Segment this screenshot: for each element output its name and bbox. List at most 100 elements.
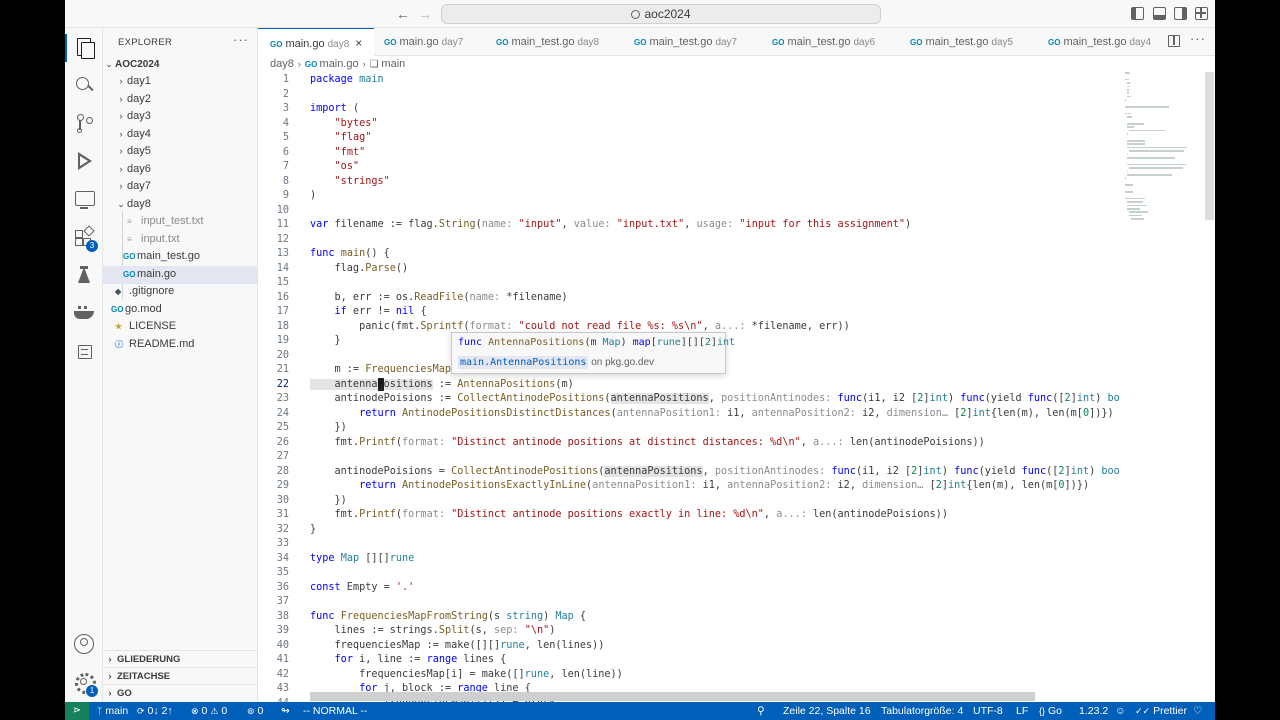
panel-view-icon[interactable] [73,340,95,362]
branch-status[interactable]: ᛉ main [97,702,128,720]
indentation-status[interactable]: Tabulatorgröße: 4 [881,702,963,720]
code-line[interactable]: 2 [258,88,1120,103]
tab-main-go-day7[interactable]: GO main.go day7 [374,28,488,56]
docker-icon[interactable] [73,302,95,324]
go-back-icon[interactable]: ← [395,5,411,23]
code-line[interactable]: 41 for i, line := range lines { [258,653,1120,668]
hover-link-text[interactable]: on pkg.go.dev [591,357,654,368]
folder-day3[interactable]: › day3 [103,108,257,126]
breadcrumb-folder[interactable]: day8 [270,58,294,70]
sync-status[interactable]: ⟳ 0↓ 2↑ [137,702,173,720]
timeline-section[interactable]: › ZEITACHSE [103,667,257,684]
go-version-status[interactable]: 1.23.2 [1079,702,1108,720]
account-icon[interactable] [73,633,95,655]
toggle-primary-sidebar-icon[interactable] [1131,7,1144,20]
hover-link-code[interactable]: main.AntennaPositions [458,356,589,369]
tab-main-test-go-day8[interactable]: GO main_test.go day8 [488,28,626,56]
folder-day8[interactable]: ⌄ day8 [103,196,257,214]
code-line[interactable]: 31 fmt.Printf(format: "Distinct antinode… [258,508,1120,523]
go-forward-icon[interactable]: → [417,5,433,23]
code-line[interactable]: 39 lines := strings.Split(s, sep: "\n") [258,624,1120,639]
tab-main-test-go-day4[interactable]: GO main_test.go day4 [1040,28,1164,56]
breadcrumb-file[interactable]: main.go [320,58,359,70]
code-line[interactable]: 6 "fmt" [258,146,1120,161]
code-line[interactable]: 29 return AntinodePositionsExactlyInLine… [258,479,1120,494]
code-line[interactable]: 5 "flag" [258,131,1120,146]
code-line[interactable]: 26 fmt.Printf(format: "Distinct antinode… [258,436,1120,451]
ports-status[interactable]: ⊚ 0 [247,702,263,720]
code-line[interactable]: 22 antennaPositions := AntennaPositions(… [258,378,1120,393]
tab-main-test-go-day6[interactable]: GO main_test.go day6 [764,28,902,56]
file-go-mod[interactable]: GO go.mod [103,301,257,319]
outline-section[interactable]: › GLIEDERUNG [103,650,257,667]
code-line[interactable]: 30 }) [258,494,1120,509]
folder-day5[interactable]: › day5 [103,143,257,161]
code-editor[interactable]: 1 package main 2 3 import (4 "bytes" 5 "flag"… [258,72,1120,702]
code-line[interactable]: 16 b, err := os.ReadFile(name: *filename… [258,291,1120,306]
command-center-search[interactable]: aoc2024 [441,4,881,24]
code-line[interactable]: 17 if err != nil { [258,305,1120,320]
minimap[interactable] [1125,72,1203,332]
code-line[interactable]: 35 [258,566,1120,581]
live-share-icon[interactable]: ↬ [281,702,290,720]
code-line[interactable]: 34 type Map [][]rune [258,552,1120,567]
file-main-go[interactable]: GO main.go [103,266,257,284]
language-status[interactable]: {} Go [1039,702,1062,720]
run-and-debug-icon[interactable] [73,150,95,172]
workspace-root[interactable]: ⌄ AOC2024 [103,56,257,74]
close-icon[interactable]: × [355,36,362,50]
prettier-status[interactable]: ✓✓ Prettier [1135,702,1187,720]
source-control-icon[interactable] [73,112,95,134]
manage-gear-icon[interactable]: 1 [73,671,98,697]
code-line[interactable]: 11 var filename := flag.String(name: "inp… [258,218,1120,233]
explorer-icon[interactable] [73,36,95,59]
file-input-txt[interactable]: ≡ input.txt [103,231,257,249]
code-line[interactable]: 27 [258,450,1120,465]
code-line[interactable]: 23 antinodePoisions := CollectAntinodePo… [258,392,1120,407]
notifications-bell-icon[interactable]: ♡ [1193,702,1202,720]
customize-layout-icon[interactable] [1195,7,1208,20]
code-line[interactable]: 38 func FrequenciesMapFromString(s string… [258,610,1120,625]
remote-explorer-icon[interactable] [73,188,95,210]
folder-day4[interactable]: › day4 [103,126,257,144]
code-line[interactable]: 14 flag.Parse() [258,262,1120,277]
vertical-scrollbar[interactable] [1205,72,1214,220]
horizontal-scrollbar[interactable] [310,692,1035,701]
search-view-icon[interactable] [73,74,95,96]
code-line[interactable]: 9) [258,189,1120,204]
code-line[interactable]: 24 return AntinodePositionsDistinctDista… [258,407,1120,422]
code-line[interactable]: 3 import ( [258,102,1120,117]
code-line[interactable]: 15 [258,276,1120,291]
vim-mode-status[interactable]: -- NORMAL -- [303,702,367,720]
code-line[interactable]: 40 frequenciesMap := make([][]rune, len(… [258,639,1120,654]
zoom-icon[interactable]: ⚲ [757,702,765,720]
code-line[interactable]: 7 "os" [258,160,1120,175]
code-line[interactable]: 36 const Empty = '.' [258,581,1120,596]
testing-flask-icon[interactable] [73,264,95,286]
code-line[interactable]: 1 package main [258,73,1120,88]
tab-main-go-day8[interactable]: GO main.go day8 × [258,28,374,57]
code-line[interactable]: 25 }) [258,421,1120,436]
folder-day1[interactable]: › day1 [103,73,257,91]
problems-status[interactable]: ⊗ 0 ⚠ 0 [191,702,227,720]
folder-day7[interactable]: › day7 [103,178,257,196]
code-line[interactable]: 37 [258,595,1120,610]
go-section[interactable]: › GO [103,684,257,701]
tab-main-test-go-day7[interactable]: GO main_test.go day7 [626,28,764,56]
folder-day6[interactable]: › day6 [103,161,257,179]
file-license[interactable]: ★ LICENSE [103,318,257,336]
code-line[interactable]: 33 [258,537,1120,552]
code-line[interactable]: 32} [258,523,1120,538]
code-line[interactable]: 10 [258,204,1120,219]
breadcrumb-symbol[interactable]: main [381,58,405,70]
remote-indicator-icon[interactable]: ⋗ [65,702,89,720]
copilot-icon[interactable]: ☺ [1115,702,1126,720]
file-main-test-go[interactable]: GO main_test.go [103,248,257,266]
encoding-status[interactable]: UTF-8 [973,702,1003,720]
code-line[interactable]: 13 func main() { [258,247,1120,262]
code-line[interactable]: 8 "strings" [258,175,1120,190]
code-line[interactable]: 12 [258,233,1120,248]
eol-status[interactable]: LF [1016,702,1028,720]
code-line[interactable]: 4 "bytes" [258,117,1120,132]
more-actions-icon[interactable]: ··· [233,32,249,47]
